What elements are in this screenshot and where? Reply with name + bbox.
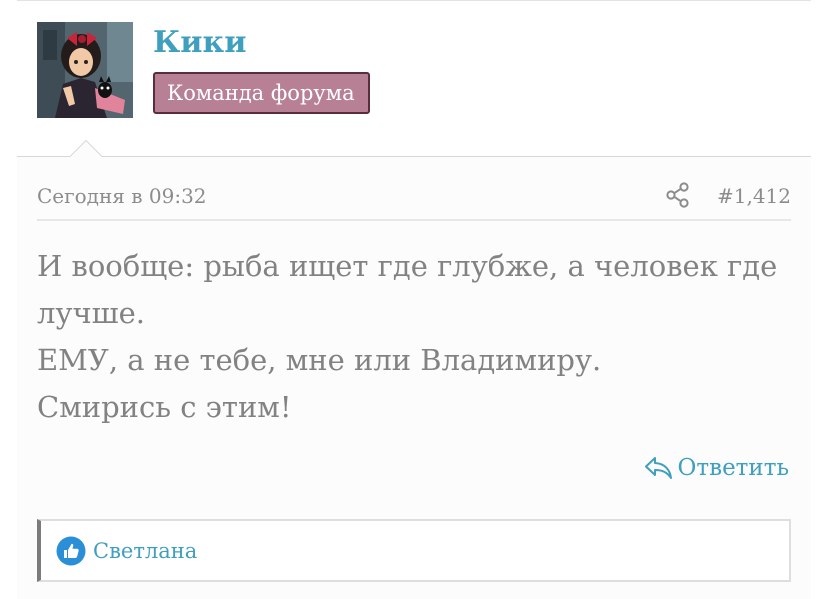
message-body: Сегодня в 09:32 #1,412 И вообще: рыба ищ… [17,157,811,599]
reply-button[interactable]: Ответить [644,453,789,483]
post-number[interactable]: #1,412 [717,183,791,209]
reaction-user-link[interactable]: Светлана [93,537,197,565]
reply-label: Ответить [677,455,789,481]
share-button[interactable] [665,181,691,209]
avatar-image [37,22,133,118]
share-icon [666,182,689,208]
reply-icon [644,457,672,479]
post-line: И вообще: рыба ищет где глубже, а челове… [37,249,778,283]
post-date[interactable]: Сегодня в 09:32 [37,183,207,209]
forum-post: Кики Команда форума Сегодня в 09:32 #1,4… [0,0,828,599]
username[interactable]: Кики [153,23,246,63]
avatar[interactable] [37,22,133,118]
like-icon[interactable] [56,536,86,566]
reactions-bar: Светлана [37,519,791,582]
post-line: ЕМУ, а не тебе, мне или Владимиру. [37,343,602,377]
user-title-badge: Команда форума [153,72,370,114]
post-line: лучше. [37,296,145,330]
post-content: И вообще: рыба ищет где глубже, а челове… [37,243,797,431]
post-user-header: Кики Команда форума [17,0,811,159]
post-line: Смирись с этим! [37,390,292,424]
message-attribution: Сегодня в 09:32 #1,412 [37,177,791,221]
